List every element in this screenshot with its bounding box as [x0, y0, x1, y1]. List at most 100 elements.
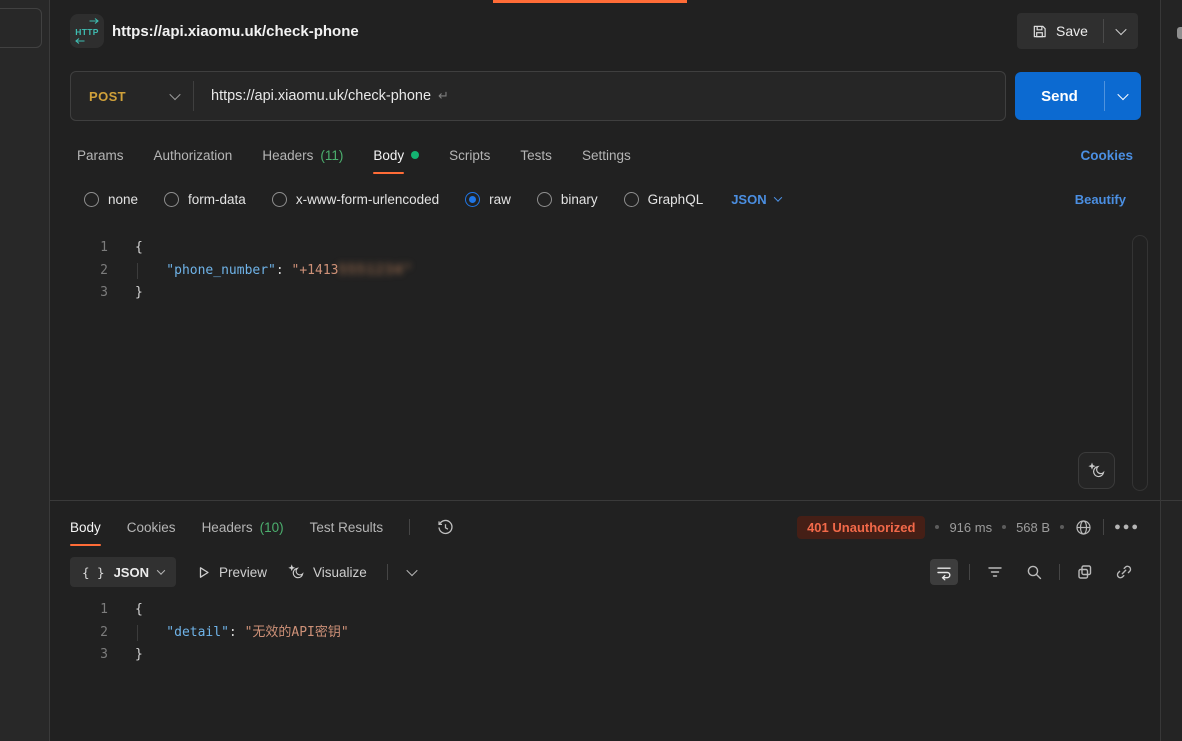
radio-icon [624, 192, 639, 207]
response-status-bar: 401 Unauthorized 916 ms 568 B ●●● [797, 505, 1140, 549]
wrap-text-icon [935, 563, 953, 581]
sidebar-partial-item[interactable] [0, 8, 42, 48]
mode-form-data[interactable]: form-data [164, 192, 246, 207]
radio-icon [537, 192, 552, 207]
postbot-beautify-button[interactable] [1078, 452, 1115, 489]
response-tab-cookies[interactable]: Cookies [127, 520, 176, 535]
response-tab-headers[interactable]: Headers(10) [202, 520, 284, 535]
response-format-selector[interactable]: { } JSON [70, 557, 176, 587]
tab-headers[interactable]: Headers(11) [262, 148, 343, 163]
beautify-link[interactable]: Beautify [1075, 183, 1126, 215]
json-value-visible: "+1413 [292, 263, 339, 278]
toolbar-divider [409, 519, 410, 535]
rail-divider [1161, 500, 1182, 501]
preview-button[interactable]: Preview [196, 565, 267, 580]
response-tab-body[interactable]: Body [70, 520, 101, 535]
save-button[interactable]: Save [1017, 13, 1138, 49]
code-line: 1 { [50, 599, 1160, 622]
tab-body[interactable]: Body [373, 148, 419, 163]
app-window: HTTP https://api.xiaomu.uk/check-phone S… [0, 0, 1182, 741]
more-views-button[interactable] [408, 568, 416, 576]
tab-authorization[interactable]: Authorization [154, 148, 233, 163]
toolbar-divider [387, 564, 388, 580]
response-time[interactable]: 916 ms [949, 520, 992, 535]
clipped-rail-icon[interactable] [1177, 27, 1182, 39]
filter-button[interactable] [981, 559, 1009, 585]
pane-divider[interactable] [50, 500, 1160, 501]
sparkle-icon [1087, 461, 1106, 480]
search-icon [1025, 563, 1043, 581]
sparkle-icon [287, 563, 305, 581]
arrow-right-icon [89, 18, 100, 24]
send-button[interactable]: Send [1015, 72, 1141, 120]
play-icon [196, 565, 211, 580]
save-options-button[interactable] [1104, 13, 1138, 49]
method-selector[interactable]: POST [71, 89, 193, 104]
method-label: POST [89, 89, 126, 104]
tab-scripts[interactable]: Scripts [449, 148, 490, 163]
tab-settings[interactable]: Settings [582, 148, 631, 163]
code-line: 3 } [50, 644, 1160, 667]
body-modified-dot [411, 151, 419, 159]
request-tab-title: https://api.xiaomu.uk/check-phone [112, 0, 359, 63]
enter-hint-icon: ↵ [438, 88, 449, 103]
response-tools [930, 553, 1138, 591]
copy-icon [1076, 563, 1094, 581]
response-tab-test-results[interactable]: Test Results [310, 520, 384, 535]
status-badge[interactable]: 401 Unauthorized [797, 516, 925, 539]
redacted-phone-number: 5551234" [339, 263, 414, 278]
link-icon [1115, 563, 1133, 581]
chevron-down-icon [406, 565, 417, 576]
http-request-icon: HTTP [70, 14, 104, 48]
editor-scrollbar[interactable] [1132, 235, 1148, 491]
send-button-label: Send [1015, 72, 1104, 120]
filter-icon [986, 563, 1004, 581]
copy-button[interactable] [1071, 559, 1099, 585]
mode-x-www-form-urlencoded[interactable]: x-www-form-urlencoded [272, 192, 439, 207]
response-headers-count-badge: (10) [260, 520, 284, 535]
wrap-text-button[interactable] [930, 559, 958, 585]
more-options-button[interactable]: ●●● [1114, 521, 1140, 533]
save-button-label: Save [1056, 23, 1088, 39]
cookies-link[interactable]: Cookies [1080, 134, 1133, 176]
network-globe-icon[interactable] [1074, 518, 1093, 537]
radio-icon [84, 192, 99, 207]
line-number: 1 [50, 599, 108, 622]
link-button[interactable] [1110, 559, 1138, 585]
separator-dot [935, 525, 939, 529]
mode-binary[interactable]: binary [537, 192, 598, 207]
line-number: 2 [50, 622, 108, 645]
send-options-button[interactable] [1105, 72, 1141, 120]
headers-count-badge: (11) [320, 148, 343, 163]
right-sidebar-rail [1160, 0, 1182, 741]
search-button[interactable] [1020, 559, 1048, 585]
request-url-bar: POST https://api.xiaomu.uk/check-phone ↵ [70, 71, 1006, 121]
chevron-down-icon [1117, 89, 1128, 100]
request-body-editor[interactable]: 1 { 2 "phone_number": "+14135551234" 3 } [50, 233, 1160, 500]
mode-raw[interactable]: raw [465, 192, 511, 207]
chevron-down-icon [1115, 24, 1126, 35]
response-size[interactable]: 568 B [1016, 520, 1050, 535]
tab-tests[interactable]: Tests [520, 148, 552, 163]
response-body-editor[interactable]: 1 { 2 "detail": "无效的API密钥" 3 } [50, 595, 1160, 741]
code-line: 2 "phone_number": "+14135551234" [50, 260, 1160, 283]
mode-none[interactable]: none [84, 192, 138, 207]
request-tabs: Params Authorization Headers(11) Body Sc… [50, 134, 1160, 176]
tab-params[interactable]: Params [77, 148, 124, 163]
line-number: 3 [50, 644, 108, 667]
code-line: 3 } [50, 282, 1160, 305]
language-selector[interactable]: JSON [731, 192, 780, 207]
arrow-left-icon [74, 38, 85, 44]
toolbar-divider [1059, 564, 1060, 580]
visualize-button[interactable]: Visualize [287, 563, 367, 581]
chevron-down-icon [169, 89, 180, 100]
save-icon [1032, 24, 1047, 39]
left-sidebar-rail [0, 0, 50, 741]
url-value: https://api.xiaomu.uk/check-phone [211, 88, 431, 104]
url-input[interactable]: https://api.xiaomu.uk/check-phone ↵ [194, 88, 449, 104]
mode-graphql[interactable]: GraphQL [624, 192, 704, 207]
response-history-button[interactable] [436, 518, 455, 537]
separator-dot [1060, 525, 1064, 529]
main-panel: HTTP https://api.xiaomu.uk/check-phone S… [50, 0, 1160, 741]
radio-selected-icon [465, 192, 480, 207]
